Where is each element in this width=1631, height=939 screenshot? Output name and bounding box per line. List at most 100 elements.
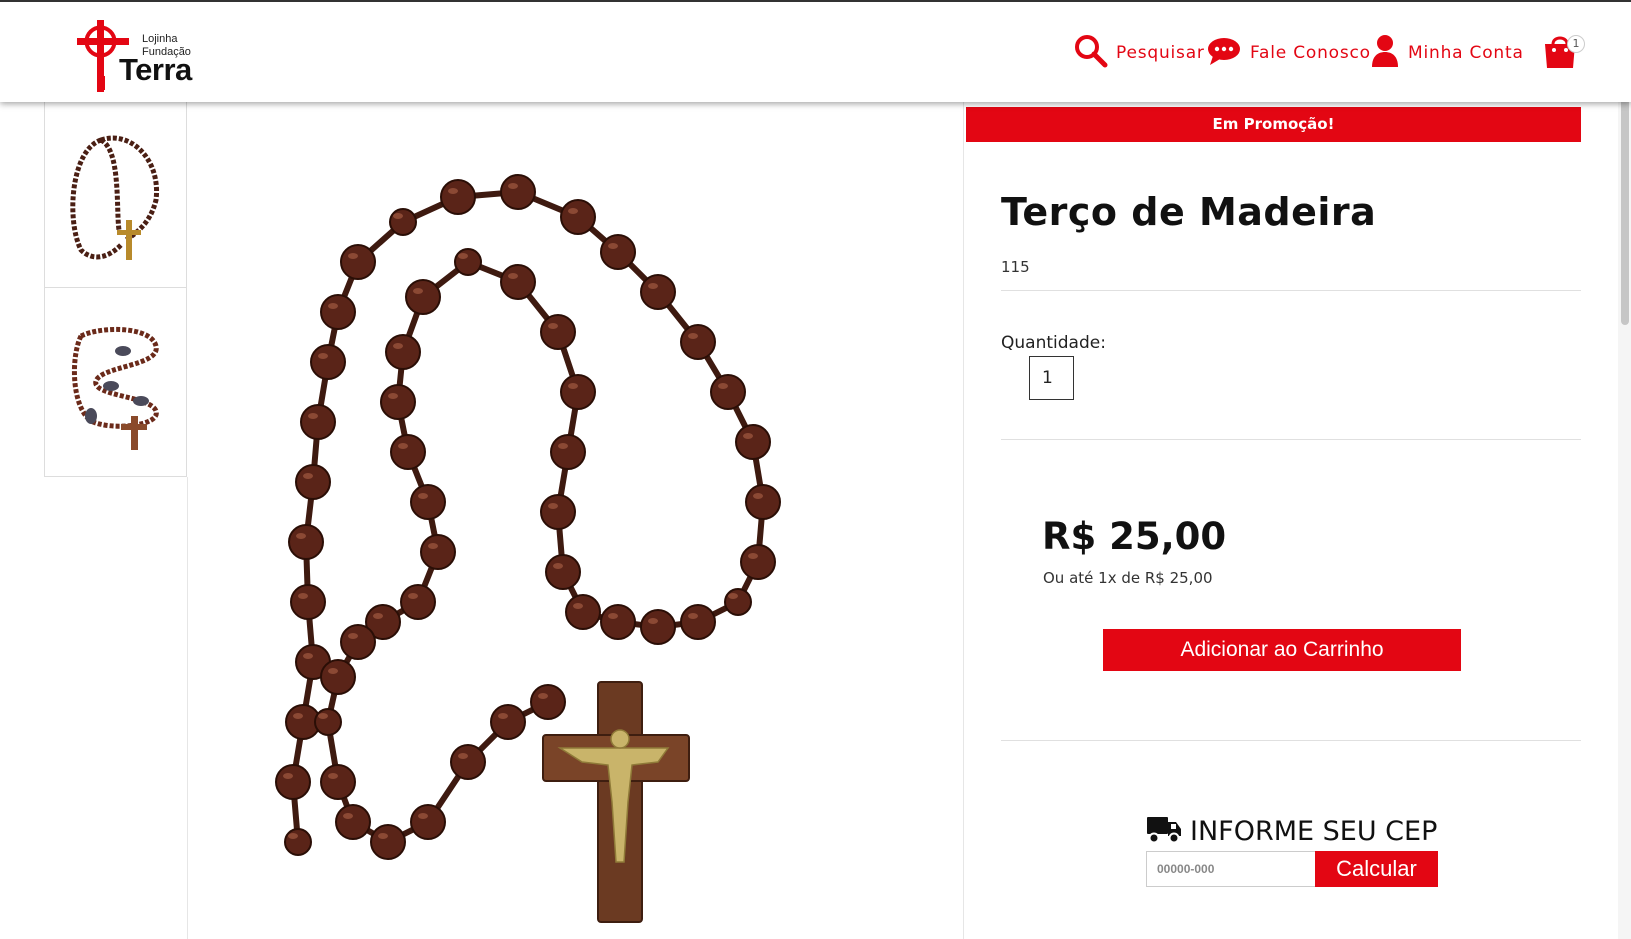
rosary-bead [640,274,676,310]
rosary-bead-highlight [573,603,583,609]
rosary-bead-highlight [548,323,558,329]
rosary-bead [420,534,456,570]
cart-button[interactable]: 1 [1543,32,1585,72]
rosary-bead-highlight [608,243,618,249]
rosary-bead [320,659,356,695]
rosary-bead [335,804,371,840]
rosary-bead-highlight [283,773,293,779]
thumbnail-rosary-wood-2[interactable] [45,288,186,474]
thumbnail-rosary-wood-1[interactable] [45,102,186,288]
rosary-bead-highlight [348,633,358,639]
rosary-bead [385,334,421,370]
rosary-bead-highlight [308,413,318,419]
rosary-bead-highlight [458,253,468,259]
rosary-bead-highlight [568,383,578,389]
rosary-bead [295,464,331,500]
rosary-bead [710,374,746,410]
rosary-bead-highlight [688,613,698,619]
rosary-bead [314,708,342,736]
rosary-bead [380,384,416,420]
rosary-bead [600,234,636,270]
rosary-bead-highlight [348,253,358,259]
rosary-bead-highlight [458,753,468,759]
rosary-bead-highlight [558,443,568,449]
promo-banner: Em Promoção! [966,107,1581,142]
logo-text-terra: Terra [119,52,192,87]
nav-search[interactable]: Pesquisar [1074,34,1205,72]
rosary-bead-highlight [538,693,548,699]
rosary-bead-highlight [328,668,338,674]
product-title: Terço de Madeira [1001,190,1377,234]
rosary-bead-highlight [553,563,563,569]
rosary-bead [490,704,526,740]
cep-input[interactable] [1146,851,1315,887]
crucifix-image [542,681,690,923]
cart-count-badge: 1 [1567,35,1585,53]
user-icon [1371,34,1399,72]
rosary-bead-highlight [343,813,353,819]
calculate-shipping-button[interactable]: Calcular [1315,851,1438,887]
rosary-bead-highlight [398,443,408,449]
rosary-bead-highlight [296,533,306,539]
rosary-bead-highlight [753,493,763,499]
nav-contact[interactable]: Fale Conosco [1207,34,1371,72]
rosary-bead-highlight [648,283,658,289]
rosary-bead-highlight [448,188,458,194]
rosary-bead-highlight [298,593,308,599]
rosary-bead [370,824,406,860]
rosary-bead-highlight [303,653,313,659]
rosary-bead [740,544,776,580]
truck-icon [1146,814,1182,848]
rosary-bead-highlight [608,613,618,619]
rosary-bead-highlight [548,503,558,509]
rosary-bead [680,324,716,360]
rosary-bead [724,588,752,616]
rosary-bead [284,828,312,856]
rosary-bead [275,764,311,800]
rosary-bead [565,594,601,630]
site-logo[interactable]: Lojinha Fundação Terra [76,18,206,94]
quantity-label: Quantidade: [1001,333,1106,353]
rosary-bead-highlight [318,353,328,359]
rosary-bead [320,294,356,330]
rosary-bead-highlight [373,613,383,619]
chat-icon [1207,36,1241,70]
rosary-bead-highlight [328,773,338,779]
rosary-bead [320,764,356,800]
rosary-bead-highlight [743,433,753,439]
rosary-bead [745,484,781,520]
rosary-bead-highlight [388,393,398,399]
rosary-bead-highlight [393,343,403,349]
rosary-bead [400,584,436,620]
shipping-heading: INFORME SEU CEP [1146,814,1437,848]
rosary-bead [680,604,716,640]
nav-account[interactable]: Minha Conta [1371,34,1524,72]
rosary-bead-highlight [648,618,658,624]
rosary-bead-highlight [328,303,338,309]
nav-account-label: Minha Conta [1408,43,1524,63]
product-main-image[interactable] [188,102,963,939]
rosary-bead [500,174,536,210]
rosary-bead-highlight [748,553,758,559]
add-to-cart-button[interactable]: Adicionar ao Carrinho [1103,629,1461,671]
product-price: R$ 25,00 [1042,515,1227,558]
rosary-bead-highlight [718,383,728,389]
rosary-bead-highlight [428,543,438,549]
product-sku: 115 [1001,258,1030,276]
rosary-bead [310,344,346,380]
site-header: Lojinha Fundação Terra Pesquisar Fale Co… [0,0,1631,102]
rosary-thumbnail-image-2 [71,326,159,450]
rosary-bead [390,434,426,470]
rosary-bead [340,244,376,280]
rosary-bead [735,424,771,460]
thumbnail-gallery [44,102,187,477]
logo-text-lojinha: Lojinha [142,33,178,45]
rosary-bead-highlight [508,273,518,279]
rosary-bead [288,524,324,560]
rosary-bead-highlight [303,473,313,479]
quantity-input[interactable] [1029,356,1074,400]
installments-text: Ou até 1x de R$ 25,00 [1043,569,1213,587]
divider-2 [1001,439,1581,440]
rosary-bead-highlight [498,713,508,719]
rosary-bead-highlight [413,288,423,294]
